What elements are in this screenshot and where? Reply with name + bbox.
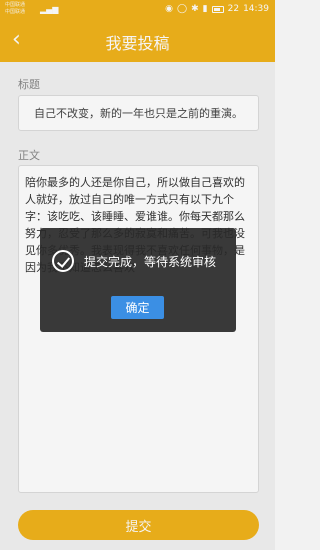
confirm-button[interactable]: 确定 [111, 296, 164, 319]
success-dialog: 提交完成，等待系统审核 确定 [40, 228, 236, 332]
check-circle-icon [52, 250, 74, 272]
dialog-message-row: 提交完成，等待系统审核 [52, 250, 216, 272]
dialog-message: 提交完成，等待系统审核 [84, 254, 217, 269]
